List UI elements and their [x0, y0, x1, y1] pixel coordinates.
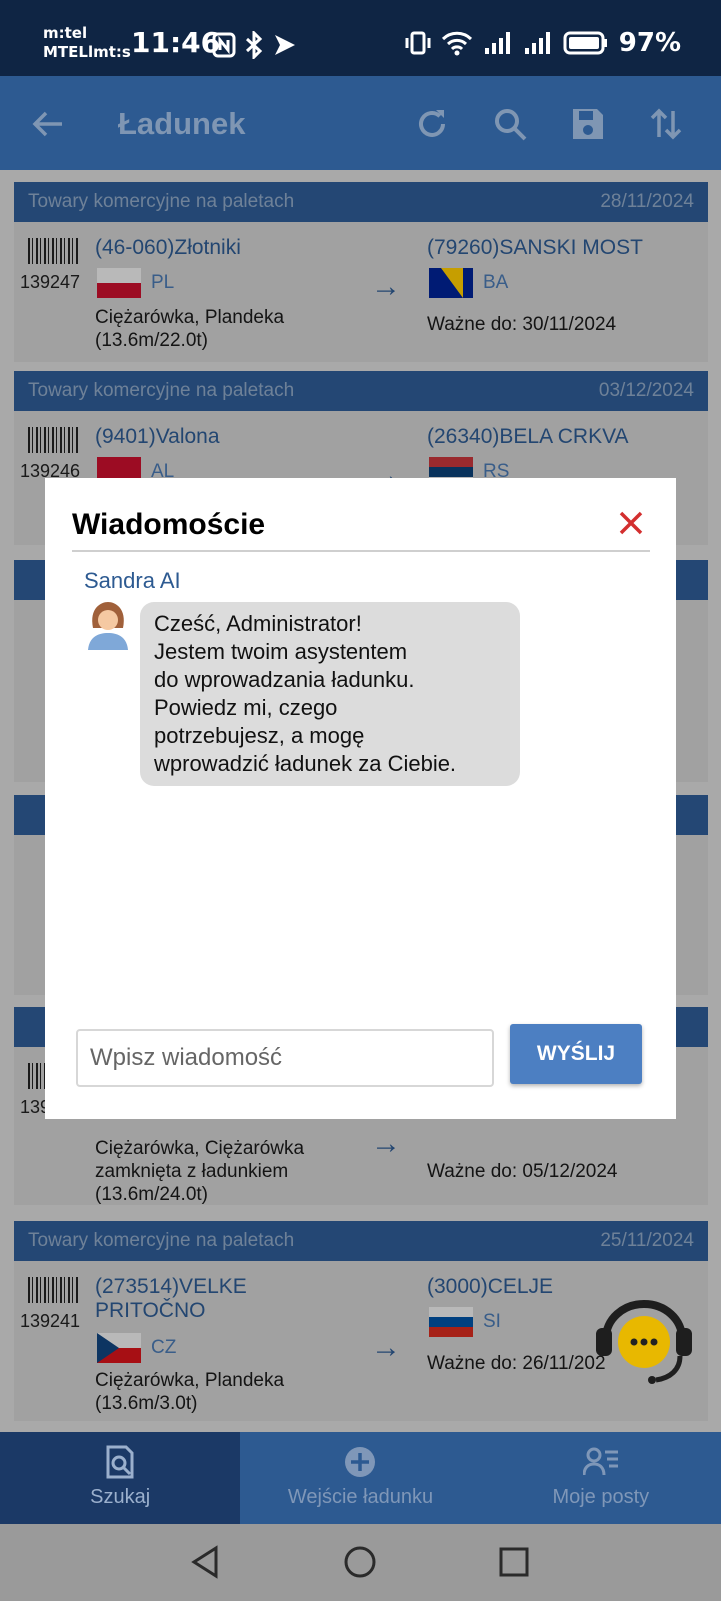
signal-2-icon [524, 32, 550, 54]
refresh-icon[interactable] [412, 104, 452, 144]
carrier-line-1: m:tel [43, 24, 88, 42]
sender-name: Sandra AI [84, 568, 181, 593]
status-bar: m:tel MTELlmt:s 11:46 97% [0, 0, 721, 76]
nav-load-entry[interactable]: Wejście ładunku [240, 1432, 480, 1524]
system-nav-bar [0, 1524, 721, 1601]
nav-load-entry-label: Wejście ładunku [287, 1486, 434, 1508]
send-button[interactable]: WYŚLIJ [510, 1024, 642, 1084]
recents-square-icon[interactable] [496, 1544, 532, 1580]
battery-icon [563, 31, 607, 55]
avatar [88, 602, 128, 650]
back-triangle-icon[interactable] [188, 1544, 224, 1580]
user-list-icon [582, 1447, 618, 1476]
plus-circle-icon [345, 1447, 376, 1477]
status-icons-right: 97% [405, 28, 681, 58]
nfc-icon [212, 32, 236, 58]
page-title: Ładunek [118, 106, 246, 141]
status-icons-left [212, 30, 298, 60]
search-icon[interactable] [490, 104, 530, 144]
search-doc-icon [106, 1445, 134, 1479]
close-icon[interactable] [616, 508, 646, 538]
message-input[interactable] [76, 1029, 494, 1087]
app-bar: Ładunek [0, 76, 721, 170]
message-bubble: Cześć, Administrator! Jestem twoim asyst… [140, 602, 520, 786]
vibrate-icon [405, 31, 431, 55]
bluetooth-icon [245, 31, 263, 59]
nav-my-posts-label: Moje posty [552, 1486, 650, 1508]
divider [72, 550, 650, 552]
save-icon[interactable] [568, 104, 608, 144]
battery-percent: 97% [618, 28, 681, 58]
carrier-label: m:tel MTELlmt:s [43, 24, 131, 62]
wifi-icon [441, 31, 472, 56]
chat-assistant-icon[interactable] [594, 1298, 694, 1384]
signal-icon [484, 32, 510, 54]
clock: 11:46 [131, 26, 221, 59]
back-arrow-icon[interactable] [28, 104, 68, 144]
navigation-icon [275, 35, 295, 55]
sort-icon[interactable] [646, 104, 686, 144]
carrier-line-2: MTELlmt:s [43, 43, 131, 61]
dialog-title: Wiadomoście [72, 508, 266, 541]
home-circle-icon[interactable] [342, 1544, 378, 1580]
nav-search[interactable]: Szukaj [0, 1432, 241, 1524]
messages-dialog: Wiadomoście Sandra AI Cześć, Administrat… [45, 478, 676, 1119]
nav-search-label: Szukaj [90, 1486, 151, 1508]
bottom-nav: Szukaj Wejście ładunku Moje posty [0, 1432, 721, 1524]
nav-my-posts[interactable]: Moje posty [481, 1432, 721, 1524]
